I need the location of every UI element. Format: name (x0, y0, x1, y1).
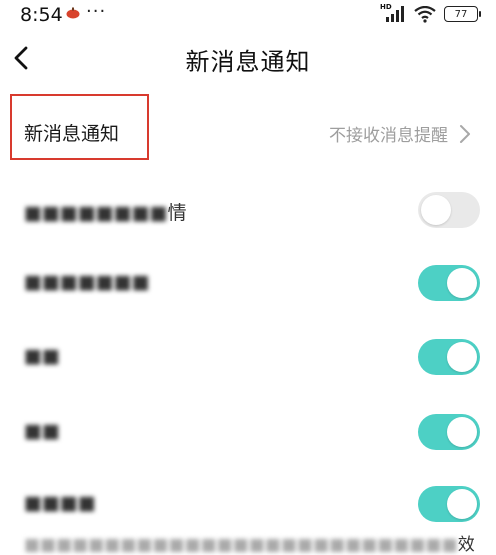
setting-label: ■■■■■■■■情 (24, 198, 187, 225)
row-value: 不接收消息提醒 (329, 126, 448, 146)
blurred-text: ■■ (24, 420, 60, 442)
highlight-box (10, 94, 149, 160)
toggle-knob (447, 489, 477, 519)
setting-label: ■■■■ (24, 492, 96, 514)
setting-toggle[interactable] (418, 414, 480, 450)
setting-label: ■■ (24, 420, 60, 442)
battery-icon: 77 (444, 6, 481, 22)
blurred-text: ■■■■■■■ (24, 271, 150, 293)
setting-row: ■■ (0, 412, 496, 452)
setting-label: ■■■■■■■ (24, 271, 150, 293)
setting-row: ■■■■■■■■情 (0, 190, 496, 230)
setting-row: ■■■■■■■ (0, 263, 496, 303)
chevron-right-icon (460, 125, 470, 143)
setting-toggle[interactable] (418, 486, 480, 522)
status-bar: 8:54 ··· HD 77 (0, 0, 496, 30)
blurred-text: ■■■■■■■■■■■■■■■■■■■■■■■■■■■ (24, 535, 458, 555)
description-tail: 效 (457, 535, 475, 555)
label-tail: 情 (167, 202, 187, 224)
blurred-text: ■■■■ (24, 492, 96, 514)
blurred-text: ■■■■■■■■ (24, 202, 168, 224)
more-notifications-icon: ··· (86, 1, 107, 22)
page-title: 新消息通知 (185, 48, 311, 76)
status-icons: HD 77 (380, 3, 481, 24)
nav-header: 新消息通知 (0, 30, 496, 90)
setting-toggle[interactable] (418, 339, 480, 375)
toggle-knob (447, 342, 477, 372)
blurred-text: ■■ (24, 345, 60, 367)
setting-row: ■■■■ (0, 484, 496, 524)
app-notification-icon (66, 7, 80, 19)
toggle-knob (421, 195, 451, 225)
setting-row: ■■ (0, 337, 496, 377)
signal-icon: HD (380, 3, 406, 23)
setting-toggle[interactable] (418, 192, 480, 228)
wifi-icon (414, 5, 436, 23)
setting-label: ■■ (24, 345, 60, 367)
setting-toggle[interactable] (418, 265, 480, 301)
status-time: 8:54 (20, 4, 63, 26)
toggle-knob (447, 417, 477, 447)
toggle-knob (447, 268, 477, 298)
setting-description: ■■■■■■■■■■■■■■■■■■■■■■■■■■■效 (24, 530, 475, 555)
